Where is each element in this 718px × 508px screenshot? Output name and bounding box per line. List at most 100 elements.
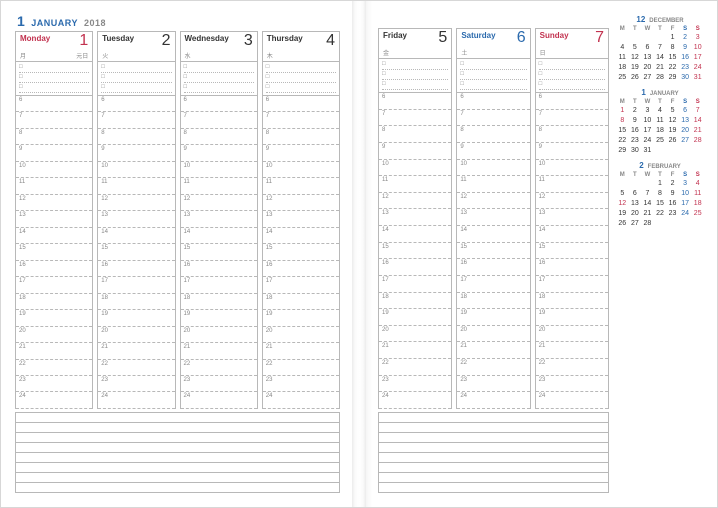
mini-day: 2 (667, 179, 678, 188)
time-slot: 11 (457, 176, 529, 193)
mini-day: 16 (680, 53, 691, 62)
time-slot: 23 (536, 376, 608, 393)
time-slot: 14 (379, 226, 451, 243)
time-slot: 19 (457, 309, 529, 326)
right-schedule-grid: 6789101112131415161718192021222324678910… (378, 93, 609, 409)
mini-dow: S (692, 99, 703, 105)
mini-day: 25 (692, 209, 703, 218)
time-slot: 21 (457, 342, 529, 359)
schedule-column: 6789101112131415161718192021222324 (15, 96, 93, 409)
note-line (379, 453, 608, 463)
day-number: 5 (438, 29, 447, 47)
time-slot: 11 (16, 178, 92, 194)
mini-calendar-title: 2FEBRUARY (617, 161, 703, 170)
day-name: Monday (20, 34, 88, 43)
mini-day: 9 (630, 116, 641, 125)
schedule-column: 6789101112131415161718192021222324 (262, 96, 340, 409)
time-slot: 16 (181, 261, 257, 277)
note-line (16, 453, 339, 463)
todo-line: □ (184, 64, 254, 73)
mini-dow: M (617, 99, 628, 105)
mini-day: 5 (667, 106, 678, 115)
mini-day: 20 (680, 126, 691, 135)
time-slot: 7 (98, 112, 174, 128)
mini-day: 26 (630, 73, 641, 82)
time-slot: 22 (536, 359, 608, 376)
time-slot: 11 (263, 178, 339, 194)
todo-line: □ (460, 71, 526, 80)
time-slot: 10 (98, 162, 174, 178)
time-slot: 14 (536, 226, 608, 243)
mini-month-num: 12 (636, 15, 645, 24)
time-slot: 22 (181, 360, 257, 376)
todo-line: □ (266, 64, 336, 73)
time-slot: 22 (457, 359, 529, 376)
time-slot: 22 (263, 360, 339, 376)
note-line (379, 463, 608, 473)
time-slot: 24 (536, 392, 608, 409)
mini-day: 10 (642, 116, 653, 125)
mini-dow: W (642, 26, 653, 32)
mini-day: 20 (630, 209, 641, 218)
mini-month-name: FEBRUARY (648, 164, 681, 170)
mini-dow: S (680, 26, 691, 32)
mini-day (630, 33, 641, 42)
mini-dow: T (655, 26, 666, 32)
mini-day: 16 (667, 199, 678, 208)
time-slot: 14 (16, 228, 92, 244)
mini-day: 5 (630, 43, 641, 52)
left-notes-area (15, 412, 340, 493)
time-slot: 21 (181, 343, 257, 359)
time-slot: 24 (16, 392, 92, 408)
mini-day: 18 (692, 199, 703, 208)
time-slot: 17 (379, 276, 451, 293)
day-note: 元日 (76, 51, 88, 60)
mini-dow: W (642, 99, 653, 105)
mini-dow: S (692, 26, 703, 32)
day-todo-box: □□□ (263, 62, 339, 96)
time-slot: 9 (263, 145, 339, 161)
day-column: Friday5金□□□ (378, 28, 452, 93)
time-slot: 17 (263, 277, 339, 293)
time-slot: 13 (536, 209, 608, 226)
mini-day: 17 (692, 53, 703, 62)
time-slot: 6 (181, 96, 257, 112)
time-slot: 9 (536, 143, 608, 160)
note-line (16, 473, 339, 483)
time-slot: 19 (181, 310, 257, 326)
time-slot: 13 (16, 211, 92, 227)
day-header: Sunday7日 (536, 29, 608, 59)
mini-day: 20 (642, 63, 653, 72)
mini-day: 27 (642, 73, 653, 82)
note-line (16, 483, 339, 492)
year: 2018 (84, 18, 106, 28)
note-line (379, 483, 608, 492)
mini-day: 23 (680, 63, 691, 72)
time-slot: 16 (263, 261, 339, 277)
mini-day: 11 (692, 189, 703, 198)
mini-day (680, 219, 691, 228)
todo-line: □ (539, 61, 605, 70)
time-slot: 23 (263, 376, 339, 392)
right-week-pane: Friday5金□□□Saturday6土□□□Sunday7日□□□ 6789… (378, 13, 609, 493)
mini-day: 31 (692, 73, 703, 82)
mini-dow: W (642, 172, 653, 178)
time-slot: 14 (263, 228, 339, 244)
day-number: 2 (162, 32, 171, 50)
mini-calendar: 1JANUARYMTWTFSS1234567891011121314151617… (617, 88, 703, 155)
note-line (379, 423, 608, 433)
day-header: Tuesday2火 (98, 32, 174, 62)
todo-line: □ (101, 64, 171, 73)
schedule-column: 6789101112131415161718192021222324 (456, 93, 530, 409)
time-slot: 7 (263, 112, 339, 128)
time-slot: 22 (16, 360, 92, 376)
time-slot: 15 (536, 243, 608, 260)
mini-day: 28 (655, 73, 666, 82)
time-slot: 16 (98, 261, 174, 277)
day-header: Wednesday3水 (181, 32, 257, 62)
note-line (379, 443, 608, 453)
time-slot: 9 (457, 143, 529, 160)
time-slot: 22 (98, 360, 174, 376)
todo-line: □ (184, 84, 254, 93)
mini-calendar-grid: MTWTFSS123456789101112131415161718192021… (617, 26, 703, 82)
